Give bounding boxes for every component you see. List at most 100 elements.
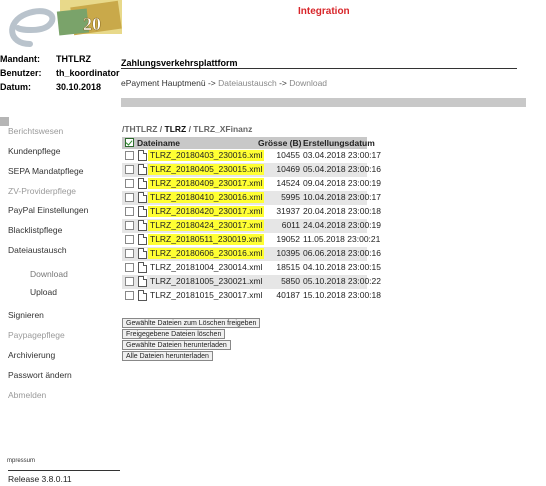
epayment-logo: 20 [9, 0, 122, 47]
file-size: 6011 [281, 220, 300, 230]
row-checkbox[interactable] [125, 249, 134, 258]
path-tlrz[interactable]: TLRZ [165, 124, 187, 134]
row-checkbox[interactable] [125, 193, 134, 202]
row-checkbox[interactable] [125, 151, 134, 160]
breadcrumb-root[interactable]: ePayment Hauptmenü [121, 78, 206, 88]
nav-zv-providerpflege[interactable]: ZV-Providerpflege [8, 186, 76, 196]
file-size: 10469 [276, 164, 300, 174]
table-row: TLRZ_20181005_230021.xml 5850 05.10.2018… [122, 275, 381, 289]
folder-path: /THTLRZ / TLRZ / TLRZ_XFinanz [122, 124, 252, 134]
file-date: 09.04.2018 23:00:19 [303, 178, 381, 188]
nav-paypagepflege[interactable]: Paypagepflege [8, 330, 65, 340]
file-link[interactable]: TLRZ_20180606_230016.xml [148, 248, 265, 259]
table-row: TLRZ_20180403_230016.xml 10455 03.04.201… [122, 149, 381, 163]
nav-paypal-einstellungen[interactable]: PayPal Einstellungen [8, 205, 88, 215]
info-benutzer: Benutzer: th_koordinator [0, 68, 120, 78]
release-selected-for-delete-button[interactable]: Gewählte Dateien zum Löschen freigeben [122, 318, 261, 328]
file-date: 05.10.2018 23:00:22 [303, 276, 381, 286]
col-dateiname[interactable]: Dateiname [137, 138, 180, 148]
file-size: 40187 [276, 290, 300, 300]
file-link[interactable]: TLRZ_20181005_230021.xml [148, 276, 264, 287]
nav-dateiaustausch[interactable]: Dateiaustausch [8, 245, 67, 255]
info-mandant: Mandant: THTLRZ [0, 54, 91, 64]
nav-kundenpflege[interactable]: Kundenpflege [8, 146, 60, 156]
file-link[interactable]: TLRZ_20181015_230017.xml [148, 290, 264, 301]
row-checkbox[interactable] [125, 235, 134, 244]
table-header: Dateiname Grösse (B) Erstellungsdatum [122, 137, 375, 149]
col-erstellungsdatum[interactable]: Erstellungsdatum [303, 138, 375, 148]
file-link[interactable]: TLRZ_20180403_230016.xml [148, 150, 265, 161]
impressum-link[interactable]: mpressum [7, 458, 35, 464]
file-icon [138, 262, 147, 273]
file-icon [138, 206, 147, 217]
nav-berichtswesen[interactable]: Berichtswesen [8, 126, 63, 136]
file-date: 06.06.2018 23:00:16 [303, 248, 381, 258]
file-table: Dateiname Grösse (B) Erstellungsdatum TL… [122, 137, 381, 303]
file-date: 20.04.2018 23:00:18 [303, 206, 381, 216]
file-link[interactable]: TLRZ_20180511_230019.xml [148, 234, 264, 245]
file-link[interactable]: TLRZ_20180409_230017.xml [148, 178, 265, 189]
file-date: 24.04.2018 23:00:19 [303, 220, 381, 230]
file-date: 05.04.2018 23:00:16 [303, 164, 381, 174]
nav-sub-download[interactable]: Download [30, 269, 68, 279]
file-size: 14524 [276, 178, 300, 188]
file-icon [138, 192, 147, 203]
path-root[interactable]: /THTLRZ / [122, 124, 165, 134]
file-date: 04.10.2018 23:00:15 [303, 262, 381, 272]
logo-number: 20 [83, 14, 101, 34]
nav-archivierung[interactable]: Archivierung [8, 350, 55, 360]
nav-sepa-mandatpflege[interactable]: SEPA Mandatpflege [8, 166, 83, 176]
download-selected-button[interactable]: Gewählte Dateien herunterladen [122, 340, 231, 350]
select-all-checkbox[interactable] [125, 138, 134, 147]
file-size: 5995 [281, 192, 300, 202]
breadcrumb-download: Download [289, 78, 328, 88]
table-row: TLRZ_20180405_230015.xml 10469 05.04.201… [122, 163, 381, 177]
row-checkbox[interactable] [125, 263, 134, 272]
nav-sub-upload[interactable]: Upload [30, 287, 57, 297]
file-icon [138, 276, 147, 287]
file-size: 18515 [276, 262, 300, 272]
breadcrumb: ePayment Hauptmenü -> Dateiaustausch -> … [121, 78, 328, 88]
table-row: TLRZ_20180511_230019.xml 19052 11.05.201… [122, 233, 380, 247]
delete-released-files-button[interactable]: Freigegebene Dateien löschen [122, 329, 226, 339]
platform-title: Zahlungsverkehrsplattform [121, 58, 238, 68]
header-divider [121, 68, 517, 69]
release-version: Release 3.8.0.11 [8, 474, 72, 484]
file-link[interactable]: TLRZ_20180420_230017.xml [148, 206, 265, 217]
nav-passwort-aendern[interactable]: Passwort ändern [8, 370, 72, 380]
file-size: 19052 [276, 234, 300, 244]
table-row: TLRZ_20181004_230014.xml 18515 04.10.201… [122, 261, 381, 275]
nav-blacklistpflege[interactable]: Blacklistpflege [8, 225, 62, 235]
file-date: 15.10.2018 23:00:18 [303, 290, 381, 300]
environment-label: Integration [298, 6, 350, 17]
row-checkbox[interactable] [125, 165, 134, 174]
nav-signieren[interactable]: Signieren [8, 310, 44, 320]
table-row: TLRZ_20180606_230016.xml 10395 06.06.201… [122, 247, 381, 261]
table-row: TLRZ_20180424_230017.xml 6011 24.04.2018… [122, 219, 381, 233]
file-date: 11.05.2018 23:00:21 [303, 234, 381, 244]
row-checkbox[interactable] [125, 291, 134, 300]
col-groesse[interactable]: Grösse (B) [258, 138, 301, 148]
table-row: TLRZ_20180410_230016.xml 5995 10.04.2018… [122, 191, 381, 205]
info-datum: Datum: 30.10.2018 [0, 82, 102, 92]
file-link[interactable]: TLRZ_20180424_230017.xml [148, 220, 265, 231]
file-icon [138, 178, 147, 189]
nav-abmelden[interactable]: Abmelden [8, 390, 46, 400]
row-checkbox[interactable] [125, 207, 134, 216]
file-size: 10395 [276, 248, 300, 258]
file-date: 10.04.2018 23:00:17 [303, 192, 381, 202]
table-row: TLRZ_20180420_230017.xml 31937 20.04.201… [122, 205, 381, 219]
file-link[interactable]: TLRZ_20181004_230014.xml [148, 262, 264, 273]
table-row: TLRZ_20181015_230017.xml 40187 15.10.201… [122, 289, 381, 303]
row-checkbox[interactable] [125, 179, 134, 188]
row-checkbox[interactable] [125, 277, 134, 286]
file-icon [138, 220, 147, 231]
download-all-button[interactable]: Alle Dateien herunterladen [122, 351, 213, 361]
file-icon [138, 290, 147, 301]
footer-divider [8, 470, 120, 471]
breadcrumb-dateiaustausch[interactable]: Dateiaustausch [218, 78, 277, 88]
row-checkbox[interactable] [125, 221, 134, 230]
file-link[interactable]: TLRZ_20180410_230016.xml [148, 192, 265, 203]
file-link[interactable]: TLRZ_20180405_230015.xml [148, 164, 265, 175]
table-row: TLRZ_20180409_230017.xml 14524 09.04.201… [122, 177, 381, 191]
